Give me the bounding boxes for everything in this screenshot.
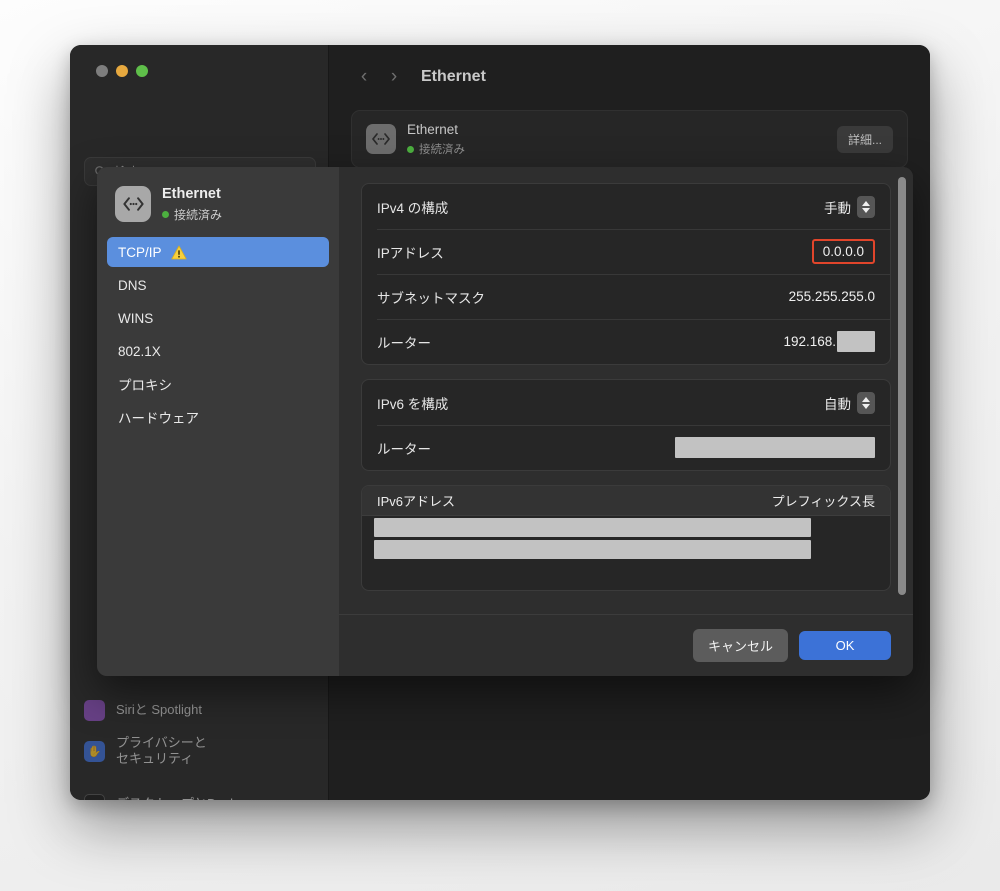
ipv6-configure-value: 自動	[824, 393, 851, 413]
redaction-block	[374, 518, 811, 537]
column-header-address: IPv6アドレス	[377, 491, 455, 510]
sheet-nav-item-hardware[interactable]: ハードウェア	[107, 402, 329, 432]
sheet-nav-label: 802.1X	[118, 344, 161, 359]
sheet-sidebar: Ethernet 接続済み TCP/IP DNS W	[97, 167, 339, 676]
ipv4-configure-value: 手動	[824, 197, 851, 217]
ipv6-configure-label: IPv6 を構成	[377, 393, 448, 413]
ipv4-group: IPv4 の構成 手動 IPアドレス 0.0.0.0 サブネットマスク 255.…	[361, 183, 891, 365]
connection-name: Ethernet	[407, 122, 458, 137]
chevron-updown-icon	[857, 196, 875, 218]
subnet-mask-value[interactable]: 255.255.255.0	[789, 289, 875, 304]
sheet-nav-item-dns[interactable]: DNS	[107, 270, 329, 300]
sheet-nav-item-proxy[interactable]: プロキシ	[107, 369, 329, 399]
ipv4-configure-label: IPv4 の構成	[377, 197, 448, 217]
vertical-scrollbar[interactable]	[898, 177, 906, 595]
sheet-nav-label: プロキシ	[118, 374, 172, 394]
ipv6-configure-popup[interactable]: 自動	[824, 392, 875, 414]
tcpip-settings-sheet: Ethernet 接続済み TCP/IP DNS W	[97, 167, 913, 676]
close-button[interactable]	[96, 65, 108, 77]
hand-icon: ✋	[84, 741, 105, 762]
sidebar-item-privacy-security[interactable]: ✋ プライバシーと セキュリティ	[70, 727, 328, 775]
ip-address-row[interactable]: IPアドレス 0.0.0.0	[362, 229, 890, 274]
ipv4-router-row[interactable]: ルーター 192.168.	[362, 319, 890, 364]
sidebar-item-label: デスクトップとDock	[116, 796, 237, 800]
ipv4-router-label: ルーター	[377, 332, 431, 352]
chevron-updown-icon	[857, 392, 875, 414]
connection-card: Ethernet 接続済み 詳細...	[351, 110, 908, 168]
ipv4-router-value[interactable]: 192.168.	[783, 334, 836, 349]
ok-button[interactable]: OK	[799, 631, 891, 660]
ipv6-group: IPv6 を構成 自動 ルーター	[361, 379, 891, 471]
sheet-scroll-area: IPv4 の構成 手動 IPアドレス 0.0.0.0 サブネットマスク 255.…	[339, 167, 913, 614]
sheet-nav-item-tcpip[interactable]: TCP/IP	[107, 237, 329, 267]
sheet-status-row: 接続済み	[162, 206, 222, 223]
sheet-nav-label: DNS	[118, 278, 147, 293]
sheet-nav-item-wins[interactable]: WINS	[107, 303, 329, 333]
sidebar-item-label: Siriと Spotlight	[116, 702, 202, 718]
sheet-header: Ethernet 接続済み	[107, 181, 329, 237]
zoom-button[interactable]	[136, 65, 148, 77]
status-dot-icon	[162, 211, 169, 218]
ip-address-value[interactable]: 0.0.0.0	[812, 239, 875, 264]
ipv4-configure-row[interactable]: IPv4 の構成 手動	[362, 184, 890, 229]
sidebar-item-siri[interactable]: Siriと Spotlight	[70, 693, 328, 727]
ipv6-router-label: ルーター	[377, 438, 431, 458]
window-controls[interactable]	[96, 65, 148, 77]
table-row[interactable]	[362, 538, 890, 560]
subnet-mask-row[interactable]: サブネットマスク 255.255.255.0	[362, 274, 890, 319]
sheet-connection-name: Ethernet	[162, 186, 221, 202]
sheet-nav-label: TCP/IP	[118, 245, 162, 260]
ipv6-configure-row[interactable]: IPv6 を構成 自動	[362, 380, 890, 425]
table-row[interactable]	[362, 516, 890, 538]
subnet-mask-label: サブネットマスク	[377, 287, 485, 307]
ip-address-label: IPアドレス	[377, 242, 444, 262]
status-dot-icon	[407, 146, 414, 153]
table-header-row: IPv6アドレス プレフィックス長	[362, 486, 890, 516]
sheet-nav-item-8021x[interactable]: 802.1X	[107, 336, 329, 366]
ipv4-configure-popup[interactable]: 手動	[824, 196, 875, 218]
desktop-icon: ▭	[84, 794, 105, 801]
ipv6-router-row[interactable]: ルーター	[362, 425, 890, 470]
forward-button[interactable]: ›	[381, 64, 407, 90]
sidebar-item-desktop-dock[interactable]: ▭ デスクトップとDock	[70, 787, 328, 800]
table-empty-area	[362, 560, 890, 590]
details-button[interactable]: 詳細...	[837, 126, 893, 153]
ipv6-address-table: IPv6アドレス プレフィックス長	[361, 485, 891, 591]
redaction-block	[675, 437, 875, 458]
ethernet-icon	[115, 186, 151, 222]
siri-icon	[84, 700, 105, 721]
page-title: Ethernet	[421, 68, 486, 86]
connection-status-row: 接続済み	[407, 141, 465, 157]
connection-status: 接続済み	[419, 141, 465, 157]
redaction-block	[837, 331, 875, 352]
ethernet-icon	[366, 124, 396, 154]
cancel-button[interactable]: キャンセル	[693, 629, 788, 662]
back-button[interactable]: ‹	[351, 64, 377, 90]
sidebar-item-label: プライバシーと セキュリティ	[116, 735, 207, 768]
minimize-button[interactable]	[116, 65, 128, 77]
sheet-footer: キャンセル OK	[339, 614, 913, 676]
warning-triangle-icon	[171, 245, 187, 260]
column-header-prefix: プレフィックス長	[772, 491, 875, 510]
breadcrumb: ‹ › Ethernet	[329, 45, 930, 90]
sheet-nav-label: ハードウェア	[118, 407, 199, 427]
sheet-content: IPv4 の構成 手動 IPアドレス 0.0.0.0 サブネットマスク 255.…	[339, 167, 913, 676]
screen: 検索 Siriと Spotlight ✋ プライバシーと セキュリティ ▭ デス…	[0, 0, 1000, 891]
sheet-nav-label: WINS	[118, 311, 153, 326]
redaction-block	[374, 540, 811, 559]
sheet-connection-status: 接続済み	[174, 206, 222, 223]
